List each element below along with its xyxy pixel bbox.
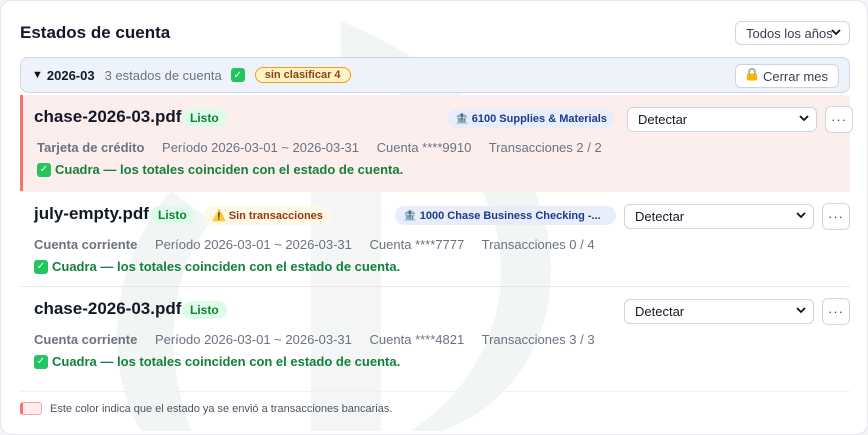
account-type: Cuenta corriente [34, 237, 138, 252]
statement-file-name[interactable]: chase-2026-03.pdf [34, 107, 181, 127]
status-badge-ready: Listo [182, 109, 227, 127]
chevron-down-icon [796, 305, 806, 318]
check-icon: ✓ [37, 162, 51, 177]
account-badge-label: 1000 Chase Business Checking -... [419, 210, 601, 222]
statement-row[interactable]: chase-2026-03.pdf Listo 🏦 6100 Supplies … [20, 95, 853, 191]
statement-period: Período 2026-03-01 ~ 2026-03-31 [154, 332, 352, 347]
statement-row[interactable]: july-empty.pdf Listo ⚠️ Sin transaccione… [20, 191, 850, 287]
collapse-caret-icon[interactable]: ▼ [32, 69, 43, 81]
status-badge-ready: Listo [182, 301, 227, 319]
legend-swatch [20, 402, 42, 415]
statement-meta: Cuenta corriente Período 2026-03-01 ~ 20… [34, 332, 609, 347]
month-group-header[interactable]: ▼ 2026-03 3 estados de cuenta ✓ sin clas… [20, 57, 850, 93]
statement-meta: Tarjeta de crédito Período 2026-03-01 ~ … [37, 140, 616, 155]
reconcile-status: ✓ Cuadra — los totales coinciden con el … [37, 162, 403, 177]
ellipsis-icon: ··· [831, 112, 847, 127]
more-options-button[interactable]: ··· [822, 298, 850, 325]
transaction-count: Transacciones 0 / 4 [481, 237, 595, 252]
divider [20, 391, 850, 392]
reconcile-status: ✓ Cuadra — los totales coinciden con el … [34, 259, 400, 274]
ellipsis-icon: ··· [828, 209, 844, 224]
statement-period: Período 2026-03-01 ~ 2026-03-31 [162, 140, 359, 155]
detect-select-value: Detectar [638, 112, 688, 127]
detect-select[interactable]: Detectar [624, 299, 814, 324]
warning-icon: ⚠️ [212, 210, 226, 222]
chevron-down-icon [796, 210, 806, 223]
account-number: Cuenta ****7777 [369, 237, 465, 252]
chevron-down-icon [799, 113, 809, 126]
statements-card: Estados de cuenta Todos los años ▼ 2026-… [0, 0, 868, 435]
chevron-down-icon [831, 27, 841, 40]
status-badge-ready: Listo [150, 206, 195, 224]
close-month-label: Cerrar mes [762, 68, 828, 84]
close-month-button[interactable]: Cerrar mes [735, 64, 839, 88]
bank-icon: 🏦 [455, 113, 469, 125]
check-icon: ✓ [34, 259, 48, 274]
reconcile-status: ✓ Cuadra — los totales coinciden con el … [34, 354, 400, 369]
detect-select[interactable]: Detectar [627, 107, 817, 132]
year-filter-select[interactable]: Todos los años [735, 21, 850, 45]
statement-file-name[interactable]: chase-2026-03.pdf [34, 299, 181, 319]
check-icon: ✓ [230, 68, 245, 82]
reconcile-text: Cuadra — los totales coinciden con el es… [52, 354, 401, 369]
transaction-count: Transacciones 2 / 2 [488, 140, 602, 155]
detect-select-value: Detectar [635, 209, 685, 224]
statement-count: 3 estados de cuenta [104, 67, 222, 83]
detect-select[interactable]: Detectar [624, 204, 814, 229]
month-label: 2026-03 [46, 67, 95, 83]
more-options-button[interactable]: ··· [825, 106, 853, 133]
unclassified-badge[interactable]: sin clasificar 4 [254, 67, 351, 83]
statement-period: Período 2026-03-01 ~ 2026-03-31 [154, 237, 352, 252]
statement-meta: Cuenta corriente Período 2026-03-01 ~ 20… [34, 237, 609, 252]
account-type: Tarjeta de crédito [37, 140, 145, 155]
statement-row[interactable]: chase-2026-03.pdf Listo Detectar ··· Cue… [20, 287, 850, 383]
lock-icon [746, 68, 758, 84]
statement-file-name[interactable]: july-empty.pdf [34, 204, 149, 224]
transaction-count: Transacciones 3 / 3 [481, 332, 595, 347]
account-badge[interactable]: 🏦 1000 Chase Business Checking -... [395, 206, 616, 225]
color-legend: Este color indica que el estado ya se en… [20, 402, 392, 415]
account-badge[interactable]: 🏦 6100 Supplies & Materials [447, 109, 615, 128]
year-filter-value: Todos los años [746, 25, 833, 41]
account-number: Cuenta ****9910 [376, 140, 472, 155]
ellipsis-icon: ··· [828, 304, 844, 319]
check-icon: ✓ [34, 354, 48, 369]
account-number: Cuenta ****4821 [369, 332, 465, 347]
legend-text: Este color indica que el estado ya se en… [50, 402, 393, 415]
detect-select-value: Detectar [635, 304, 685, 319]
account-badge-label: 6100 Supplies & Materials [471, 113, 607, 125]
reconcile-text: Cuadra — los totales coinciden con el es… [55, 162, 404, 177]
no-transactions-badge: ⚠️ Sin transacciones [204, 206, 331, 225]
more-options-button[interactable]: ··· [822, 203, 850, 230]
bank-icon: 🏦 [403, 210, 417, 222]
warning-badge-label: Sin transacciones [228, 210, 323, 222]
page-title: Estados de cuenta [20, 23, 171, 42]
account-type: Cuenta corriente [34, 332, 138, 347]
reconcile-text: Cuadra — los totales coinciden con el es… [52, 259, 401, 274]
